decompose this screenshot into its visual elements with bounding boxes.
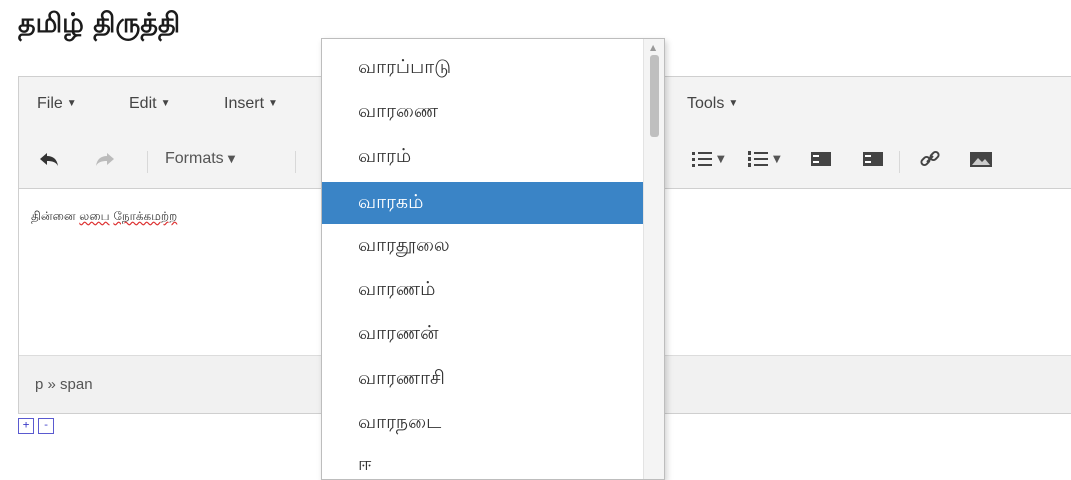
link-icon (920, 150, 940, 167)
chevron-down-icon: ▼ (728, 98, 739, 109)
suggestion-dropdown: வாரப்பாடு வாரணை வாரம் வாரகம் வாரதூலை வார… (321, 38, 665, 480)
chevron-down-icon: ▼ (268, 98, 278, 109)
chevron-down-icon[interactable]: ▼ (773, 154, 781, 165)
image-icon (970, 152, 992, 167)
chevron-down-icon: ▼ (160, 98, 171, 109)
chevron-down-icon: ▼ (66, 98, 77, 109)
indent-icon (863, 152, 883, 166)
zoom-out-button[interactable]: - (38, 418, 54, 434)
bullet-list-icon (692, 152, 712, 167)
suggestion-item[interactable]: வாரணை (322, 91, 644, 133)
toolbar-separator (295, 151, 296, 173)
toolbar-separator (899, 151, 900, 173)
editor-paragraph: தின்னை லபை நோக்கமற்ற (31, 209, 178, 223)
suggestion-item[interactable]: வாரநடை (322, 402, 644, 444)
link-button[interactable] (919, 145, 941, 173)
menu-tools[interactable]: Tools ▼ (687, 95, 738, 113)
numbered-list-icon (748, 151, 768, 167)
image-button[interactable] (969, 145, 993, 173)
outdent-icon (811, 152, 831, 166)
suggestion-item-selected[interactable]: வாரகம் (322, 182, 644, 224)
suggestion-item[interactable]: வாரம் (322, 136, 644, 178)
zoom-controls: + - (18, 418, 54, 434)
formats-dropdown[interactable]: Formats ▼ (165, 145, 235, 173)
dropdown-scrollbar[interactable]: ▲ (643, 39, 664, 479)
undo-button[interactable] (37, 145, 61, 173)
element-path[interactable]: p » span (35, 376, 93, 393)
suggestion-item[interactable]: வாரதூலை (322, 225, 644, 267)
menu-insert[interactable]: Insert ▼ (224, 95, 278, 113)
numbered-list-button[interactable]: ▼ (747, 145, 781, 173)
suggestion-item[interactable]: ஈ (322, 444, 644, 479)
redo-button[interactable] (93, 145, 117, 173)
undo-icon (40, 153, 58, 166)
menu-file[interactable]: File ▼ (37, 95, 77, 113)
bullet-list-button[interactable]: ▼ (691, 145, 725, 173)
scroll-thumb[interactable] (650, 55, 659, 137)
toolbar-separator (147, 151, 148, 173)
indent-button[interactable] (861, 145, 885, 173)
suggestion-item[interactable]: வாரணன் (322, 313, 644, 355)
suggestion-item[interactable]: வாரணாசி (322, 358, 644, 400)
redo-icon (96, 153, 114, 166)
suggestion-item[interactable]: வாரப்பாடு (322, 47, 644, 89)
page-title: தமிழ் திருத்தி (18, 8, 181, 39)
scroll-up-icon[interactable]: ▲ (650, 43, 656, 52)
zoom-in-button[interactable]: + (18, 418, 34, 434)
chevron-down-icon: ▼ (227, 153, 236, 165)
chevron-down-icon[interactable]: ▼ (717, 154, 725, 165)
suggestion-item[interactable]: வாரணம் (322, 269, 644, 311)
menu-edit[interactable]: Edit ▼ (129, 95, 170, 113)
outdent-button[interactable] (809, 145, 833, 173)
